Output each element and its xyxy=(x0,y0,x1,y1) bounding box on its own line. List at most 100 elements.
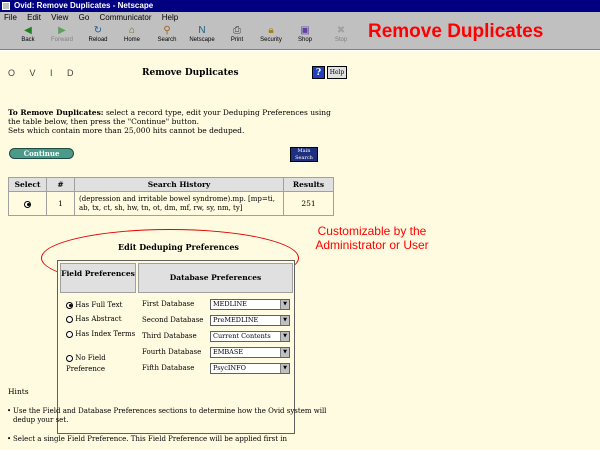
database-row-4: Fourth Database EMBASE ▼ xyxy=(142,347,292,358)
select-cell xyxy=(8,191,47,216)
help-question-icon[interactable]: ? xyxy=(312,66,325,79)
menu-view[interactable]: View xyxy=(47,12,72,22)
print-icon: ⎙ xyxy=(233,25,241,36)
database-select-3[interactable]: Current Contents ▼ xyxy=(210,331,290,342)
menu-edit[interactable]: Edit xyxy=(23,12,45,22)
hints-title: Hints xyxy=(8,387,29,396)
forward-button[interactable]: ▶ Forward xyxy=(46,25,78,49)
chevron-down-icon: ▼ xyxy=(280,348,289,357)
radio-abstract[interactable] xyxy=(66,315,73,323)
back-button[interactable]: ◀ Back xyxy=(12,25,44,49)
database-value-1: MEDLINE xyxy=(213,300,247,308)
database-select-2[interactable]: PreMEDLINE ▼ xyxy=(210,315,290,326)
forward-label: Forward xyxy=(50,37,73,43)
forward-arrow-icon: ▶ xyxy=(58,25,66,36)
label-abstract: Has Abstract xyxy=(75,315,122,323)
chevron-down-icon: ▼ xyxy=(280,364,289,373)
table-row: 1 (depression and irritable bowel syndro… xyxy=(8,191,334,216)
shop-icon: ▣ xyxy=(300,25,310,36)
col-results: Results xyxy=(283,177,334,192)
database-row-2: Second Database PreMEDLINE ▼ xyxy=(142,315,292,326)
field-option-none[interactable]: No Field Preference xyxy=(66,353,136,375)
database-preferences-header: Database Preferences xyxy=(138,263,293,293)
chevron-down-icon: ▼ xyxy=(280,332,289,341)
col-number: # xyxy=(46,177,75,192)
row-results: 251 xyxy=(283,191,334,216)
hint-item-1: Use the Field and Database Preferences s… xyxy=(7,407,343,425)
window-title-bar: Ovid: Remove Duplicates - Netscape xyxy=(0,0,600,12)
reload-icon: ↻ xyxy=(93,25,103,36)
home-button[interactable]: ⌂ Home xyxy=(116,25,148,49)
col-select: Select xyxy=(8,177,47,192)
col-search-history: Search History xyxy=(74,177,284,192)
search-label: Search xyxy=(157,37,177,43)
database-row-5: Fifth Database PsycINFO ▼ xyxy=(142,363,292,374)
row-query: (depression and irritable bowel syndrome… xyxy=(74,191,284,216)
field-option-full-text[interactable]: Has Full Text xyxy=(66,301,122,309)
back-arrow-icon: ◀ xyxy=(24,25,32,36)
database-row-3: Third Database Current Contents ▼ xyxy=(142,331,292,342)
reload-label: Reload xyxy=(88,37,108,43)
shop-button[interactable]: ▣ Shop xyxy=(289,25,321,49)
database-select-5[interactable]: PsycINFO ▼ xyxy=(210,363,290,374)
menu-help[interactable]: Help xyxy=(158,12,182,22)
print-label: Print xyxy=(230,37,244,43)
shop-label: Shop xyxy=(297,37,312,43)
page-title: Remove Duplicates xyxy=(142,68,239,78)
field-option-index-terms[interactable]: Has Index Terms xyxy=(66,329,136,340)
menu-go[interactable]: Go xyxy=(75,12,94,22)
database-select-1[interactable]: MEDLINE ▼ xyxy=(210,299,290,310)
radio-index-terms[interactable] xyxy=(66,330,73,338)
stop-label: Stop xyxy=(334,37,348,43)
search-icon: ⚲ xyxy=(163,25,171,36)
main-search-page-button[interactable]: Main Search Page xyxy=(290,147,318,168)
netscape-button[interactable]: N Netscape xyxy=(186,25,218,49)
security-button[interactable]: 🔒︎ Security xyxy=(255,25,287,49)
security-icon: 🔒︎ xyxy=(268,25,274,36)
netscape-window-icon xyxy=(2,2,10,10)
database-value-3: Current Contents xyxy=(213,332,271,340)
chevron-down-icon: ▼ xyxy=(280,316,289,325)
label-full-text: Has Full Text xyxy=(75,301,123,309)
database-value-4: EMBASE xyxy=(213,348,244,356)
search-history-table: Select # Search History Results 1 (depre… xyxy=(8,177,334,216)
database-label-5: Fifth Database xyxy=(142,364,195,372)
home-label: Home xyxy=(123,37,140,43)
row-number: 1 xyxy=(46,191,75,216)
overlay-title: Remove Duplicates xyxy=(364,21,548,43)
radio-no-preference[interactable] xyxy=(66,354,73,362)
field-option-abstract[interactable]: Has Abstract xyxy=(66,315,122,323)
search-button[interactable]: ⚲ Search xyxy=(151,25,183,49)
netscape-label: Netscape xyxy=(189,37,215,43)
field-preferences-header: Field Preferences xyxy=(60,263,136,293)
print-button[interactable]: ⎙ Print xyxy=(221,25,253,49)
radio-full-text[interactable] xyxy=(66,301,73,309)
window-title: Ovid: Remove Duplicates - Netscape xyxy=(14,1,154,10)
menu-communicator[interactable]: Communicator xyxy=(96,12,156,22)
ovid-logo: O V I D xyxy=(8,68,80,78)
database-value-5: PsycINFO xyxy=(213,364,246,372)
page-content: O V I D Remove Duplicates ? Help To Remo… xyxy=(0,51,600,450)
stop-icon: ✖ xyxy=(336,25,346,36)
menu-file[interactable]: File xyxy=(0,12,21,22)
chevron-down-icon: ▼ xyxy=(280,300,289,309)
select-radio[interactable] xyxy=(24,200,31,208)
history-header-row: Select # Search History Results xyxy=(8,177,334,192)
hint-item-2: Select a single Field Preference. This F… xyxy=(7,435,343,444)
security-label: Security xyxy=(260,37,282,43)
instructions-bold: To Remove Duplicates: xyxy=(8,108,104,117)
reload-button[interactable]: ↻ Reload xyxy=(82,25,114,49)
help-button[interactable]: Help xyxy=(327,66,347,79)
database-select-4[interactable]: EMBASE ▼ xyxy=(210,347,290,358)
label-index-terms: Has Index Terms xyxy=(75,330,136,338)
stop-button[interactable]: ✖ Stop xyxy=(325,25,357,49)
instructions: To Remove Duplicates: select a record ty… xyxy=(8,108,338,135)
database-value-2: PreMEDLINE xyxy=(213,316,259,324)
database-row-1: First Database MEDLINE ▼ xyxy=(142,299,292,310)
home-icon: ⌂ xyxy=(128,25,136,36)
continue-button[interactable]: Continue xyxy=(9,148,74,159)
database-label-4: Fourth Database xyxy=(142,348,202,356)
database-label-3: Third Database xyxy=(142,332,197,340)
database-label-1: First Database xyxy=(142,300,195,308)
database-label-2: Second Database xyxy=(142,316,204,324)
